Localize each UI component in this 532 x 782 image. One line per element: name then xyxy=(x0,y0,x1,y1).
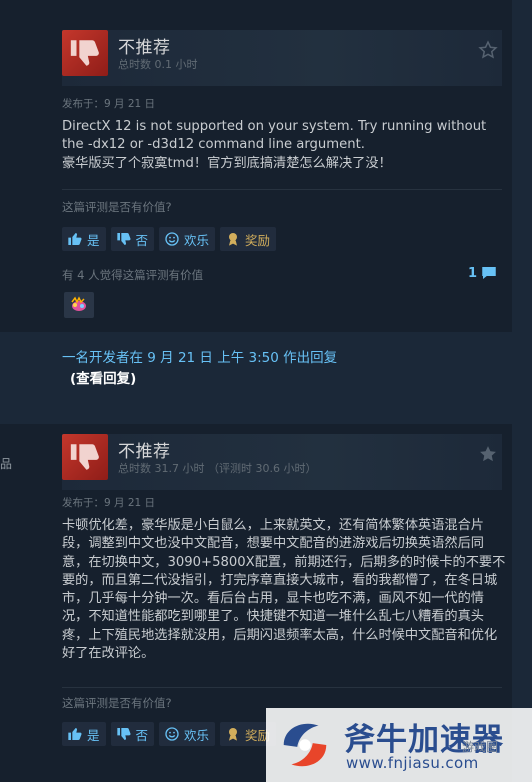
vote-funny-button[interactable]: 欢乐 xyxy=(159,722,216,746)
helpful-question: 这篇评测是否有价值? xyxy=(62,200,172,214)
vote-no-label: 否 xyxy=(135,232,149,248)
award-button[interactable]: 奖励 xyxy=(220,227,277,251)
thumbs-up-icon xyxy=(68,728,82,740)
thumbs-down-icon xyxy=(62,434,108,480)
thumbs-down-icon xyxy=(62,30,108,76)
watermark-url: www.fnjiasu.com xyxy=(346,754,479,772)
developer-response-link[interactable]: 一名开发者在 9 月 21 日 上午 3:50 作出回复 xyxy=(62,346,337,366)
review-header[interactable]: 不推荐 总时数 31.7 小时 （评测时 30.6 小时） xyxy=(62,434,502,490)
divider xyxy=(62,189,502,190)
vote-funny-label: 欢乐 xyxy=(184,232,210,248)
thumbs-down-small-icon xyxy=(116,233,131,245)
thumbs-up-icon xyxy=(68,233,82,245)
vote-no-label: 否 xyxy=(135,727,149,743)
divider xyxy=(62,687,502,688)
found-helpful-text: 有 4 人觉得这篇评测有价值 xyxy=(62,268,204,282)
review-card: 不推荐 总时数 0.1 小时 发布于：9 月 21 日 DirectX 12 i… xyxy=(52,0,512,332)
smiley-icon xyxy=(165,727,179,741)
vote-buttons: 是 否 欢乐 奖励 xyxy=(62,227,277,251)
helpful-question: 这篇评测是否有价值? xyxy=(62,696,172,710)
comment-count-value: 1 xyxy=(467,265,477,281)
vote-funny-label: 欢乐 xyxy=(184,727,210,743)
left-strip-top xyxy=(0,0,52,332)
award-label: 奖励 xyxy=(245,232,271,248)
hours-played: 总时数 0.1 小时 xyxy=(118,58,198,71)
comment-count[interactable]: 1 xyxy=(468,264,498,282)
vote-yes-button[interactable]: 是 xyxy=(62,722,106,746)
watermark-logo-icon xyxy=(283,723,327,767)
vote-buttons: 是 否 欢乐 奖励 xyxy=(62,722,277,746)
star-icon[interactable] xyxy=(478,40,498,60)
watermark: 斧牛加速器 www.fnjiasu.com 游戏圈 xyxy=(266,708,532,782)
vote-funny-button[interactable]: 欢乐 xyxy=(159,227,216,251)
posted-date: 发布于：9 月 21 日 xyxy=(62,497,156,509)
award-badge-icon[interactable] xyxy=(64,292,94,318)
vote-yes-label: 是 xyxy=(87,232,100,248)
award-icon xyxy=(229,728,238,741)
watermark-tag: 游戏圈 xyxy=(462,740,499,754)
smiley-icon xyxy=(165,232,179,246)
award-icon xyxy=(229,233,238,246)
posted-date: 发布于：9 月 21 日 xyxy=(62,98,156,110)
verdict-title: 不推荐 xyxy=(118,442,171,462)
left-column-fragment: 品 xyxy=(0,457,13,471)
vote-no-button[interactable]: 否 xyxy=(110,722,155,746)
comment-icon xyxy=(482,267,496,279)
star-icon[interactable] xyxy=(478,444,498,464)
vote-yes-button[interactable]: 是 xyxy=(62,227,106,251)
thumbs-down-small-icon xyxy=(116,728,131,740)
view-reply-link[interactable]: (查看回复) xyxy=(70,367,136,387)
vote-no-button[interactable]: 否 xyxy=(110,227,155,251)
review-body: 卡顿优化差，豪华版是小白鼠么，上来就英文，还有简体繁体英语混合片段，调整到中文也… xyxy=(62,518,506,662)
hours-played: 总时数 31.7 小时 （评测时 30.6 小时） xyxy=(118,462,317,475)
review-header[interactable]: 不推荐 总时数 0.1 小时 xyxy=(62,30,502,86)
vote-yes-label: 是 xyxy=(87,727,100,743)
verdict-title: 不推荐 xyxy=(118,38,171,58)
review-body: DirectX 12 is not supported on your syst… xyxy=(62,119,487,171)
left-strip-bottom xyxy=(0,424,52,782)
